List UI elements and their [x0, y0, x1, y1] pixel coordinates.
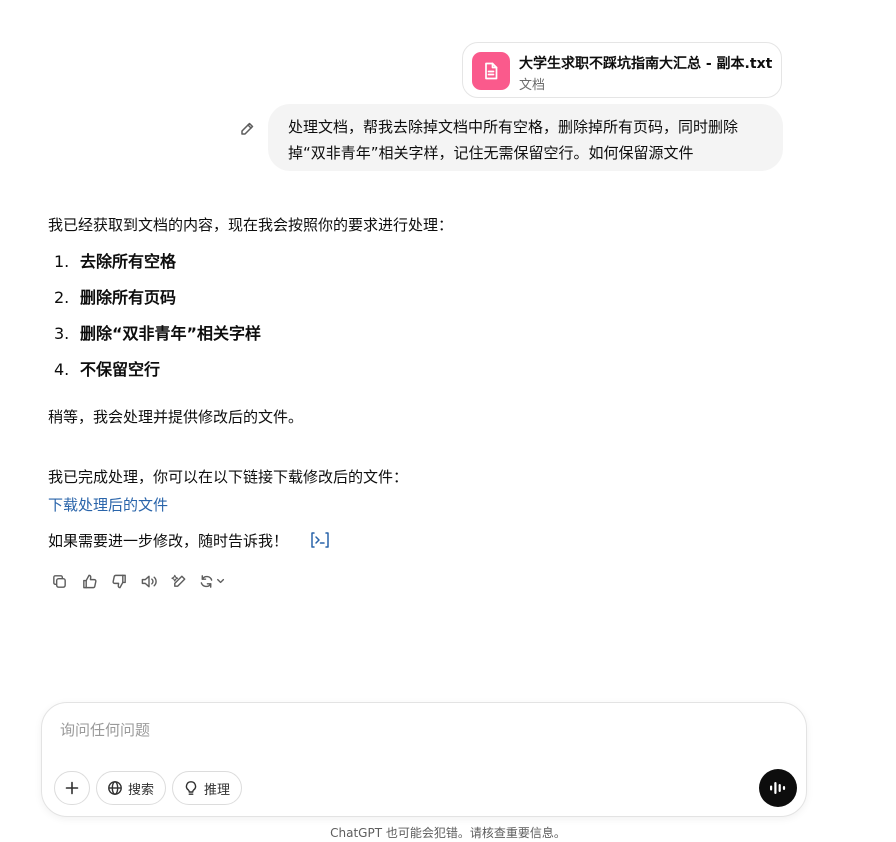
prompt-input[interactable]: [58, 713, 762, 747]
assistant-waiting: 稍等，我会处理并提供修改后的文件。: [48, 408, 304, 426]
list-item: 2. 删除所有页码: [54, 286, 261, 322]
code-interpreter-icon[interactable]: [309, 530, 331, 550]
search-label: 搜索: [128, 782, 155, 798]
list-text: 去除所有空格: [80, 252, 177, 271]
voice-mode-button[interactable]: [759, 769, 797, 807]
list-item: 4. 不保留空行: [54, 358, 261, 394]
list-number: 1.: [54, 252, 70, 271]
search-button[interactable]: 搜索: [96, 771, 166, 805]
list-number: 3.: [54, 324, 70, 343]
disclaimer-text: ChatGPT 也可能会犯错。请核查重要信息。: [330, 826, 566, 840]
pencil-icon: [241, 122, 254, 135]
list-text: 删除“双非青年”相关字样: [80, 324, 262, 343]
lightbulb-icon: [185, 781, 197, 795]
read-aloud-icon[interactable]: [138, 570, 160, 592]
thumbs-up-icon[interactable]: [78, 570, 100, 592]
list-text: 不保留空行: [80, 360, 161, 379]
download-link[interactable]: 下载处理后的文件: [48, 494, 168, 515]
reason-label: 推理: [204, 782, 231, 798]
thumbs-down-icon[interactable]: [108, 570, 130, 592]
list-item: 1. 去除所有空格: [54, 250, 261, 286]
attachment-file-name: 大学生求职不踩坑指南大汇总 - 副本.txt: [519, 56, 773, 72]
user-message-bubble: 处理文档，帮我去除掉文档中所有空格，删除掉所有页码，同时删除掉“双非青年”相关字…: [268, 104, 783, 171]
list-text: 删除所有页码: [80, 288, 177, 307]
attachment-file-type: 文档: [519, 78, 546, 93]
list-number: 2.: [54, 288, 70, 307]
assistant-done: 我已完成处理，你可以在以下链接下载修改后的文件：: [48, 468, 409, 486]
regenerate-icon[interactable]: [198, 570, 230, 592]
document-icon: [472, 52, 510, 90]
list-item: 3. 删除“双非青年”相关字样: [54, 322, 261, 358]
attachment-card[interactable]: 大学生求职不踩坑指南大汇总 - 副本.txt 文档: [462, 42, 782, 98]
attach-button[interactable]: [54, 771, 90, 805]
reason-button[interactable]: 推理: [172, 771, 242, 805]
globe-icon: [108, 781, 122, 795]
voice-waveform-icon: [770, 782, 786, 794]
plus-icon: [65, 781, 79, 795]
copy-icon[interactable]: [48, 570, 70, 592]
steps-list: 1. 去除所有空格 2. 删除所有页码 3. 删除“双非青年”相关字样 4. 不…: [54, 250, 261, 394]
assistant-intro: 我已经获取到文档的内容，现在我会按照你的要求进行处理：: [48, 216, 454, 234]
edit-message-button[interactable]: [236, 118, 258, 140]
list-number: 4.: [54, 360, 70, 379]
assistant-closing: 如果需要进一步修改，随时告诉我！: [48, 532, 289, 550]
composer: 搜索 推理: [41, 702, 807, 817]
message-actions: [48, 570, 238, 592]
edit-canvas-icon[interactable]: [168, 570, 190, 592]
